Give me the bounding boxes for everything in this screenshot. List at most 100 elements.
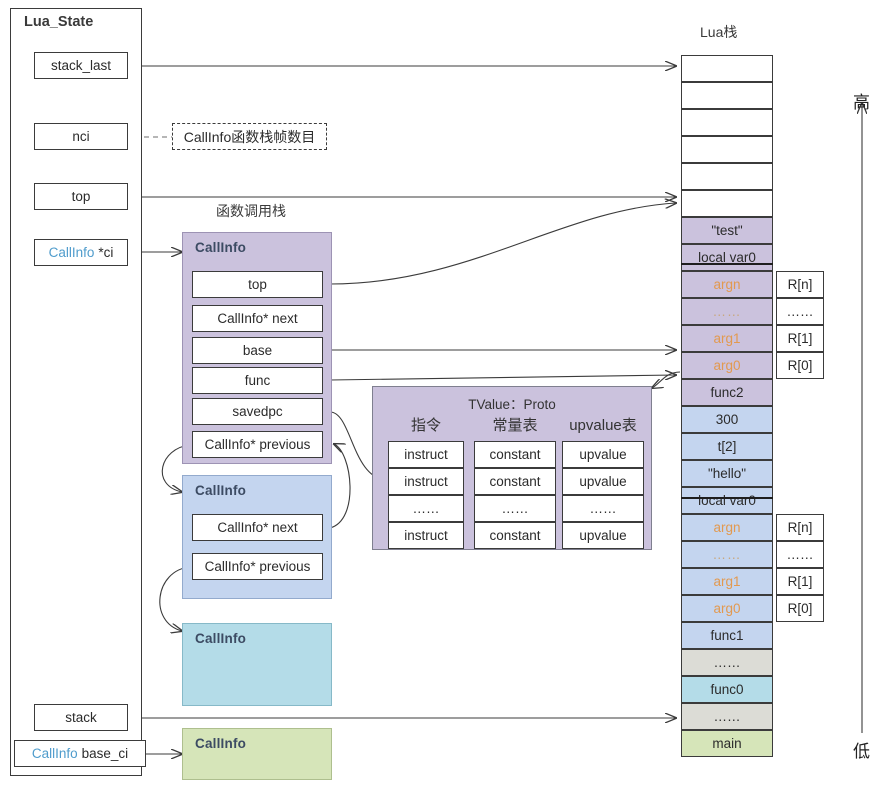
stack-cell-12[interactable]: func2 <box>681 379 773 406</box>
stack-register-10: R[1] <box>776 325 824 352</box>
ci1-field-base[interactable]: base <box>192 337 323 364</box>
stack-cell-22[interactable]: …… <box>681 649 773 676</box>
stack-cell-5[interactable] <box>681 190 773 217</box>
ci1-field-func[interactable]: func <box>192 367 323 394</box>
proto-cell-upvalue-0-label: upvalue <box>579 447 627 462</box>
stack-cell-14[interactable]: t[2] <box>681 433 773 460</box>
proto-col-header-instructions: 指令 <box>410 417 441 434</box>
proto-cell-constant-3[interactable]: constant <box>474 522 556 549</box>
stack-register-8: R[n] <box>776 271 824 298</box>
proto-cell-instruct-0[interactable]: instruct <box>388 441 464 468</box>
field-base-ci[interactable]: CallInfo base_ci <box>14 740 146 767</box>
stack-register-8-label: R[n] <box>787 277 813 292</box>
field-stack[interactable]: stack <box>34 704 128 731</box>
diagram-canvas: Lua_State stack_last nci top CallInfo *c… <box>0 0 892 792</box>
ci1-field-savedpc[interactable]: savedpc <box>192 398 323 425</box>
stack-cell-21[interactable]: func1 <box>681 622 773 649</box>
stack-cell-20[interactable]: arg0 <box>681 595 773 622</box>
stack-register-9: …… <box>776 298 824 325</box>
stack-register-10-label: R[1] <box>787 331 813 346</box>
stack-cell-9[interactable]: …… <box>681 298 773 325</box>
ci1-field-previous-label: CallInfo* previous <box>204 437 311 452</box>
stack-cell-7[interactable]: local var0 <box>681 244 773 271</box>
nci-annotation: CallInfo函数栈帧数目 <box>172 123 327 150</box>
stack-cell-12-label: func2 <box>710 385 744 400</box>
field-stack-last[interactable]: stack_last <box>34 52 128 79</box>
callinfo-block-4-title: CallInfo <box>195 736 247 751</box>
ci2-field-next[interactable]: CallInfo* next <box>192 514 323 541</box>
field-base-ci-label: base_ci <box>81 745 129 761</box>
field-stack-label: stack <box>65 709 97 725</box>
stack-cell-1[interactable] <box>681 82 773 109</box>
stack-cell-11[interactable]: arg0 <box>681 352 773 379</box>
stack-cell-0[interactable] <box>681 55 773 82</box>
stack-register-9-label: …… <box>786 304 814 319</box>
proto-cell-upvalue-3[interactable]: upvalue <box>562 522 644 549</box>
ci1-field-next-label: CallInfo* next <box>217 311 298 326</box>
stack-cell-16-label: local var0 <box>698 493 756 508</box>
proto-cell-instruct-3[interactable]: instruct <box>388 522 464 549</box>
proto-cell-upvalue-3-label: upvalue <box>579 528 627 543</box>
lua-stack-title: Lua栈 <box>700 24 738 40</box>
ci1-field-func-label: func <box>244 373 271 388</box>
stack-cell-13[interactable]: 300 <box>681 406 773 433</box>
stack-cell-17[interactable]: argn <box>681 514 773 541</box>
field-ci[interactable]: CallInfo *ci <box>34 239 128 266</box>
stack-cell-8[interactable]: argn <box>681 271 773 298</box>
stack-cell-2[interactable] <box>681 109 773 136</box>
stack-cell-24-label: …… <box>713 709 741 724</box>
stack-cell-24[interactable]: …… <box>681 703 773 730</box>
stack-register-18: …… <box>776 541 824 568</box>
stack-cell-25[interactable]: main <box>681 730 773 757</box>
stack-cell-3[interactable] <box>681 136 773 163</box>
proto-cell-instruct-2[interactable]: …… <box>388 495 464 522</box>
stack-cell-11-label: arg0 <box>713 358 741 373</box>
callinfo-block-4[interactable]: CallInfo <box>182 728 332 780</box>
stack-cell-8-label: argn <box>713 277 741 292</box>
stack-cell-21-label: func1 <box>710 628 744 643</box>
stack-register-20-label: R[0] <box>787 601 813 616</box>
stack-cell-14-label: t[2] <box>717 439 737 454</box>
stack-cell-6[interactable]: "test" <box>681 217 773 244</box>
ci1-field-next[interactable]: CallInfo* next <box>192 305 323 332</box>
proto-cell-constant-3-label: constant <box>489 528 541 543</box>
proto-cell-upvalue-0[interactable]: upvalue <box>562 441 644 468</box>
axis-label-high: 高 <box>853 93 870 112</box>
proto-cell-constant-1[interactable]: constant <box>474 468 556 495</box>
stack-cell-19[interactable]: arg1 <box>681 568 773 595</box>
stack-cell-4[interactable] <box>681 163 773 190</box>
field-nci[interactable]: nci <box>34 123 128 150</box>
proto-cell-constant-0[interactable]: constant <box>474 441 556 468</box>
ci2-field-previous[interactable]: CallInfo* previous <box>192 553 323 580</box>
stack-cell-25-label: main <box>712 736 742 751</box>
stack-cell-10-label: arg1 <box>713 331 741 346</box>
field-nci-label: nci <box>72 128 90 144</box>
proto-cell-constant-1-label: constant <box>489 474 541 489</box>
proto-col-header-upvalues: upvalue表 <box>569 417 637 434</box>
stack-cell-18[interactable]: …… <box>681 541 773 568</box>
proto-col-header-constants: 常量表 <box>492 417 538 434</box>
stack-register-20: R[0] <box>776 595 824 622</box>
stack-cell-13-label: 300 <box>715 412 739 427</box>
stack-frame-separator-upper <box>681 263 773 265</box>
proto-title: TValue：Proto <box>468 397 556 412</box>
stack-cell-16[interactable]: local var0 <box>681 487 773 514</box>
stack-cell-23[interactable]: func0 <box>681 676 773 703</box>
field-top[interactable]: top <box>34 183 128 210</box>
lua-state-title: Lua_State <box>24 14 94 30</box>
proto-cell-upvalue-1[interactable]: upvalue <box>562 468 644 495</box>
ci1-field-previous[interactable]: CallInfo* previous <box>192 431 323 458</box>
callinfo-block-3[interactable]: CallInfo <box>182 623 332 706</box>
stack-cell-20-label: arg0 <box>713 601 741 616</box>
stack-cell-19-label: arg1 <box>713 574 741 589</box>
stack-register-11-label: R[0] <box>787 358 813 373</box>
ci1-field-top[interactable]: top <box>192 271 323 298</box>
proto-cell-constant-0-label: constant <box>489 447 541 462</box>
axis-label-low: 低 <box>853 742 870 761</box>
proto-cell-instruct-1[interactable]: instruct <box>388 468 464 495</box>
proto-cell-constant-2[interactable]: …… <box>474 495 556 522</box>
stack-cell-15[interactable]: "hello" <box>681 460 773 487</box>
stack-cell-10[interactable]: arg1 <box>681 325 773 352</box>
stack-cell-22-label: …… <box>713 655 741 670</box>
proto-cell-upvalue-2[interactable]: …… <box>562 495 644 522</box>
